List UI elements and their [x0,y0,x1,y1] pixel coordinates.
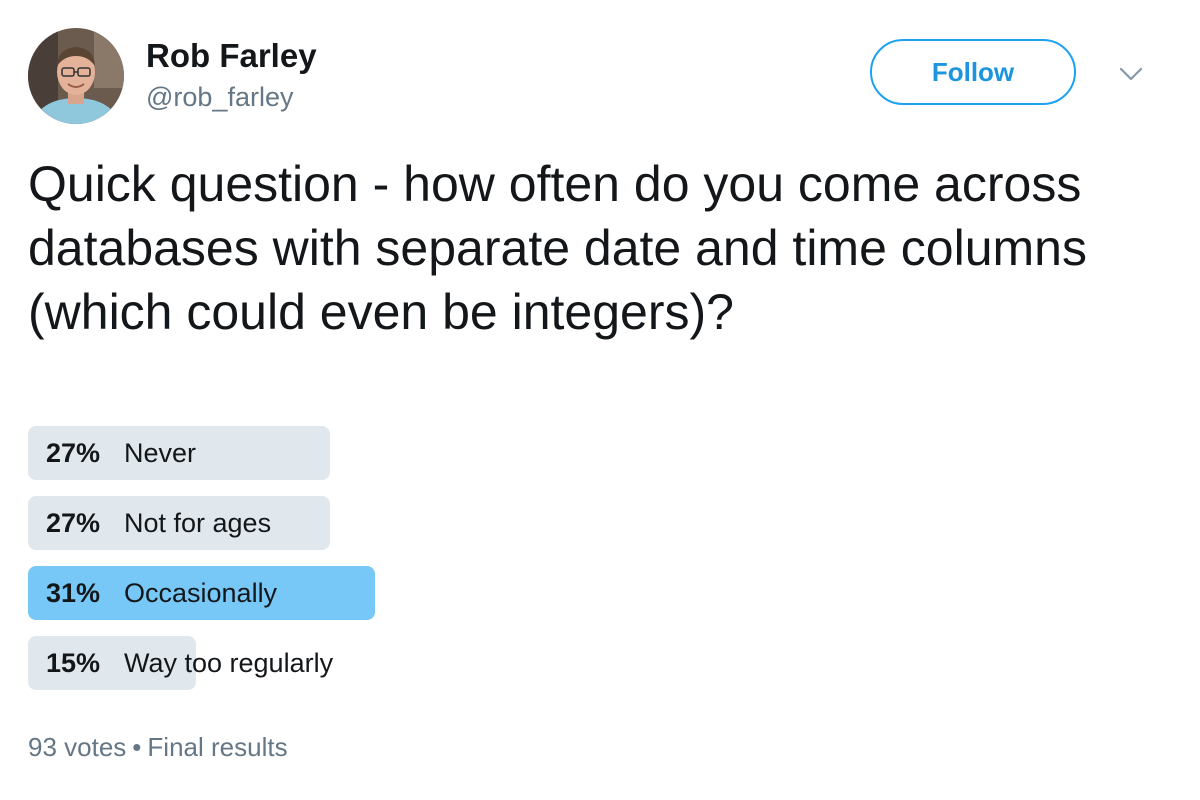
poll-percent: 31% [46,578,101,608]
tweet-text: Quick question - how often do you come a… [28,156,1087,340]
user-avatar-icon [28,28,124,124]
avatar[interactable] [28,28,124,124]
poll-choice: 31% Occasionally [28,566,928,620]
poll-choice-label: Occasionally [124,578,278,608]
poll-choice: 27% Not for ages [28,496,928,550]
separator-dot: • [132,732,142,762]
poll-choice-label: Way too regularly [124,648,334,678]
poll: 27% Never 27% Not for ages 31% Occasionally… [28,426,928,706]
poll-vote-count: 93 votes [28,732,127,762]
poll-status: Final results [147,732,288,762]
poll-choice: 27% Never [28,426,928,480]
author-display-name[interactable]: Rob Farley [146,36,317,76]
poll-percent: 27% [46,508,101,538]
poll-choice-label: Never [124,438,197,468]
poll-footer: 93 votes • Final results [28,730,288,764]
poll-choice-label: Not for ages [124,508,272,538]
poll-choice: 15% Way too regularly [28,636,928,690]
poll-percent: 15% [46,648,101,678]
author-screen-name[interactable]: @rob_farley [146,80,293,114]
chevron-down-icon[interactable] [1116,62,1146,86]
poll-percent: 27% [46,438,101,468]
follow-button[interactable]: Follow [870,39,1076,105]
